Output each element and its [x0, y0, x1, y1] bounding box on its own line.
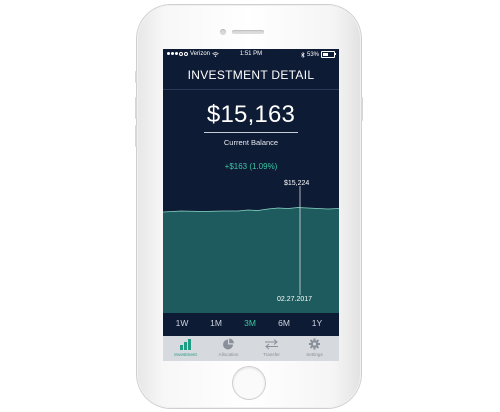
tab-allocation[interactable]: Allocation [211, 336, 246, 361]
current-balance-label: Current Balance [223, 138, 279, 147]
page-title: INVESTMENT DETAIL [187, 68, 315, 82]
battery-percent: 53% [306, 51, 319, 58]
tab-investment[interactable]: Investment [168, 336, 203, 361]
status-right: 53% [301, 51, 336, 58]
transfer-arrows-icon [265, 339, 278, 350]
balance-divider [204, 132, 298, 133]
range-3m[interactable]: 3M [239, 318, 261, 328]
tab-allocation-label: Allocation [218, 352, 239, 357]
tab-settings[interactable]: Settings [297, 336, 332, 361]
range-6m[interactable]: 6M [273, 318, 295, 328]
tab-investment-label: Investment [174, 352, 197, 357]
battery-icon [321, 51, 336, 58]
power-button [361, 97, 363, 121]
time-range-selector: 1W 1M 3M 6M 1Y [163, 318, 339, 330]
stage: Verizon 1:51 PM 53% INVESTMENT DETAIL $1… [0, 0, 500, 412]
tab-transfer-label: Transfer [263, 352, 280, 357]
home-button[interactable] [233, 367, 265, 399]
iphone-frame: Verizon 1:51 PM 53% INVESTMENT DETAIL $1… [135, 5, 363, 408]
status-bar: Verizon 1:51 PM 53% [163, 49, 339, 60]
range-1w[interactable]: 1W [171, 318, 193, 328]
earpiece-speaker [232, 30, 264, 34]
tab-transfer[interactable]: Transfer [254, 336, 289, 361]
range-1y[interactable]: 1Y [306, 318, 328, 328]
tab-settings-label: Settings [306, 352, 323, 357]
app-screen: Verizon 1:51 PM 53% INVESTMENT DETAIL $1… [163, 49, 339, 361]
range-1m[interactable]: 1M [205, 318, 227, 328]
gear-icon [308, 338, 321, 350]
balance-chart[interactable] [163, 180, 339, 313]
front-camera [220, 29, 226, 35]
chart-peak-value: $15,224 [284, 180, 310, 187]
balance-chart-svg [163, 186, 339, 313]
volume-down-button [135, 125, 137, 147]
bar-chart-icon [180, 339, 191, 350]
chart-area [163, 207, 339, 313]
tab-bar: Investment Allocation Transfer Settings [163, 336, 339, 361]
volume-up-button [135, 97, 137, 119]
mute-switch [135, 71, 137, 83]
balance-change: +$163 (1.09%) [224, 162, 278, 171]
pie-chart-icon [223, 338, 234, 350]
chart-date-label: 02.27.2017 [277, 296, 313, 303]
current-balance-amount: $15,163 [206, 101, 296, 128]
title-divider [163, 89, 339, 90]
bluetooth-icon [301, 51, 305, 58]
